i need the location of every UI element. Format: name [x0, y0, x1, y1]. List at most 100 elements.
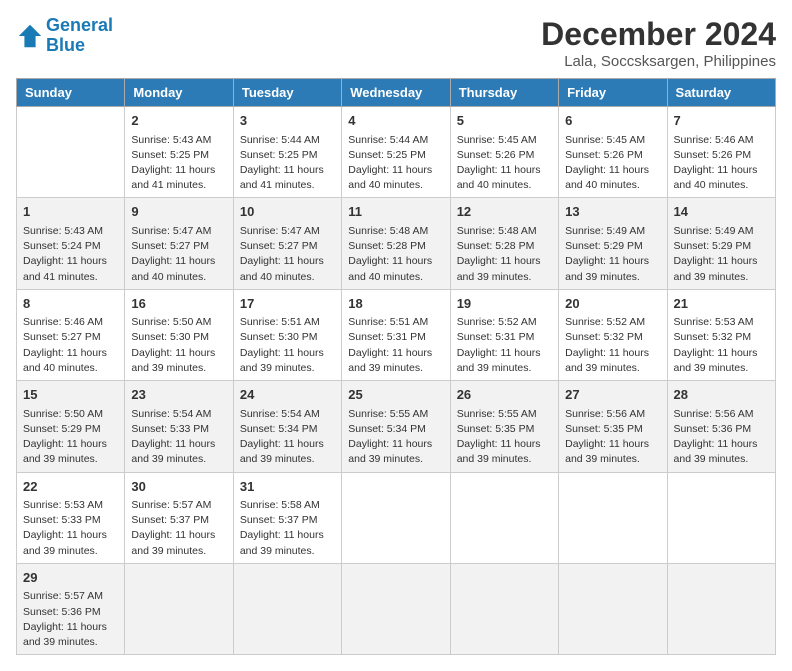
calendar-cell: 13Sunrise: 5:49 AMSunset: 5:29 PMDayligh… — [559, 198, 667, 289]
calendar-cell: 19Sunrise: 5:52 AMSunset: 5:31 PMDayligh… — [450, 289, 558, 380]
day-number: 10 — [240, 202, 335, 222]
calendar-cell: 9Sunrise: 5:47 AMSunset: 5:27 PMDaylight… — [125, 198, 233, 289]
calendar-cell: 7Sunrise: 5:46 AMSunset: 5:26 PMDaylight… — [667, 107, 775, 198]
day-number: 22 — [23, 477, 118, 497]
calendar-cell: 29Sunrise: 5:57 AMSunset: 5:36 PMDayligh… — [17, 563, 125, 654]
day-info: Sunrise: 5:46 AMSunset: 5:26 PMDaylight:… — [674, 133, 769, 194]
day-header: Saturday — [667, 79, 775, 107]
day-info: Sunrise: 5:47 AMSunset: 5:27 PMDaylight:… — [131, 224, 226, 285]
day-info: Sunrise: 5:43 AMSunset: 5:25 PMDaylight:… — [131, 133, 226, 194]
day-header: Thursday — [450, 79, 558, 107]
day-info: Sunrise: 5:50 AMSunset: 5:30 PMDaylight:… — [131, 315, 226, 376]
calendar-cell — [559, 472, 667, 563]
day-info: Sunrise: 5:57 AMSunset: 5:36 PMDaylight:… — [23, 589, 118, 650]
calendar-cell: 20Sunrise: 5:52 AMSunset: 5:32 PMDayligh… — [559, 289, 667, 380]
day-info: Sunrise: 5:55 AMSunset: 5:35 PMDaylight:… — [457, 407, 552, 468]
day-header: Tuesday — [233, 79, 341, 107]
day-info: Sunrise: 5:44 AMSunset: 5:25 PMDaylight:… — [240, 133, 335, 194]
month-title: December 2024 — [541, 16, 776, 53]
day-number: 2 — [131, 111, 226, 131]
calendar-cell — [450, 563, 558, 654]
day-info: Sunrise: 5:48 AMSunset: 5:28 PMDaylight:… — [348, 224, 443, 285]
calendar-week: 29Sunrise: 5:57 AMSunset: 5:36 PMDayligh… — [17, 563, 776, 654]
calendar-cell — [125, 563, 233, 654]
day-info: Sunrise: 5:52 AMSunset: 5:31 PMDaylight:… — [457, 315, 552, 376]
day-number: 17 — [240, 294, 335, 314]
calendar-cell — [667, 472, 775, 563]
calendar-cell: 24Sunrise: 5:54 AMSunset: 5:34 PMDayligh… — [233, 381, 341, 472]
day-info: Sunrise: 5:56 AMSunset: 5:36 PMDaylight:… — [674, 407, 769, 468]
calendar-cell: 3Sunrise: 5:44 AMSunset: 5:25 PMDaylight… — [233, 107, 341, 198]
calendar-cell — [667, 563, 775, 654]
day-number: 6 — [565, 111, 660, 131]
day-number: 5 — [457, 111, 552, 131]
day-info: Sunrise: 5:43 AMSunset: 5:24 PMDaylight:… — [23, 224, 118, 285]
calendar-cell: 12Sunrise: 5:48 AMSunset: 5:28 PMDayligh… — [450, 198, 558, 289]
day-number: 9 — [131, 202, 226, 222]
day-number: 11 — [348, 202, 443, 222]
day-number: 26 — [457, 385, 552, 405]
calendar-cell: 14Sunrise: 5:49 AMSunset: 5:29 PMDayligh… — [667, 198, 775, 289]
day-info: Sunrise: 5:44 AMSunset: 5:25 PMDaylight:… — [348, 133, 443, 194]
calendar-cell — [17, 107, 125, 198]
day-number: 31 — [240, 477, 335, 497]
calendar-week: 15Sunrise: 5:50 AMSunset: 5:29 PMDayligh… — [17, 381, 776, 472]
calendar-cell: 31Sunrise: 5:58 AMSunset: 5:37 PMDayligh… — [233, 472, 341, 563]
day-info: Sunrise: 5:48 AMSunset: 5:28 PMDaylight:… — [457, 224, 552, 285]
calendar-cell: 22Sunrise: 5:53 AMSunset: 5:33 PMDayligh… — [17, 472, 125, 563]
day-number: 16 — [131, 294, 226, 314]
calendar-cell: 2Sunrise: 5:43 AMSunset: 5:25 PMDaylight… — [125, 107, 233, 198]
day-info: Sunrise: 5:45 AMSunset: 5:26 PMDaylight:… — [565, 133, 660, 194]
day-number: 8 — [23, 294, 118, 314]
calendar-cell: 27Sunrise: 5:56 AMSunset: 5:35 PMDayligh… — [559, 381, 667, 472]
day-info: Sunrise: 5:49 AMSunset: 5:29 PMDaylight:… — [674, 224, 769, 285]
day-number: 29 — [23, 568, 118, 588]
logo-text: General Blue — [46, 16, 113, 56]
calendar-week: 22Sunrise: 5:53 AMSunset: 5:33 PMDayligh… — [17, 472, 776, 563]
day-info: Sunrise: 5:50 AMSunset: 5:29 PMDaylight:… — [23, 407, 118, 468]
day-header: Sunday — [17, 79, 125, 107]
day-info: Sunrise: 5:55 AMSunset: 5:34 PMDaylight:… — [348, 407, 443, 468]
day-number: 18 — [348, 294, 443, 314]
calendar-week: 8Sunrise: 5:46 AMSunset: 5:27 PMDaylight… — [17, 289, 776, 380]
logo-icon — [16, 22, 44, 50]
day-number: 20 — [565, 294, 660, 314]
day-info: Sunrise: 5:54 AMSunset: 5:33 PMDaylight:… — [131, 407, 226, 468]
day-number: 30 — [131, 477, 226, 497]
day-number: 23 — [131, 385, 226, 405]
day-number: 1 — [23, 202, 118, 222]
day-info: Sunrise: 5:51 AMSunset: 5:30 PMDaylight:… — [240, 315, 335, 376]
day-header: Monday — [125, 79, 233, 107]
day-info: Sunrise: 5:53 AMSunset: 5:32 PMDaylight:… — [674, 315, 769, 376]
page-header: General Blue December 2024 Lala, Soccsks… — [16, 16, 776, 70]
day-info: Sunrise: 5:46 AMSunset: 5:27 PMDaylight:… — [23, 315, 118, 376]
day-info: Sunrise: 5:45 AMSunset: 5:26 PMDaylight:… — [457, 133, 552, 194]
calendar-cell: 21Sunrise: 5:53 AMSunset: 5:32 PMDayligh… — [667, 289, 775, 380]
day-number: 12 — [457, 202, 552, 222]
calendar-cell — [233, 563, 341, 654]
calendar-week: 1Sunrise: 5:43 AMSunset: 5:24 PMDaylight… — [17, 198, 776, 289]
calendar-cell — [342, 563, 450, 654]
calendar-cell — [450, 472, 558, 563]
calendar-week: 2Sunrise: 5:43 AMSunset: 5:25 PMDaylight… — [17, 107, 776, 198]
location: Lala, Soccsksargen, Philippines — [541, 53, 776, 70]
day-number: 21 — [674, 294, 769, 314]
calendar-body: 2Sunrise: 5:43 AMSunset: 5:25 PMDaylight… — [17, 107, 776, 655]
day-number: 14 — [674, 202, 769, 222]
calendar-cell: 25Sunrise: 5:55 AMSunset: 5:34 PMDayligh… — [342, 381, 450, 472]
calendar-cell: 4Sunrise: 5:44 AMSunset: 5:25 PMDaylight… — [342, 107, 450, 198]
header-row: SundayMondayTuesdayWednesdayThursdayFrid… — [17, 79, 776, 107]
calendar-cell: 26Sunrise: 5:55 AMSunset: 5:35 PMDayligh… — [450, 381, 558, 472]
calendar-cell — [342, 472, 450, 563]
calendar-cell: 16Sunrise: 5:50 AMSunset: 5:30 PMDayligh… — [125, 289, 233, 380]
logo: General Blue — [16, 16, 113, 56]
day-number: 13 — [565, 202, 660, 222]
day-number: 19 — [457, 294, 552, 314]
title-block: December 2024 Lala, Soccsksargen, Philip… — [541, 16, 776, 70]
calendar-header: SundayMondayTuesdayWednesdayThursdayFrid… — [17, 79, 776, 107]
day-info: Sunrise: 5:51 AMSunset: 5:31 PMDaylight:… — [348, 315, 443, 376]
day-header: Wednesday — [342, 79, 450, 107]
calendar-table: SundayMondayTuesdayWednesdayThursdayFrid… — [16, 78, 776, 655]
calendar-cell: 5Sunrise: 5:45 AMSunset: 5:26 PMDaylight… — [450, 107, 558, 198]
calendar-cell: 17Sunrise: 5:51 AMSunset: 5:30 PMDayligh… — [233, 289, 341, 380]
